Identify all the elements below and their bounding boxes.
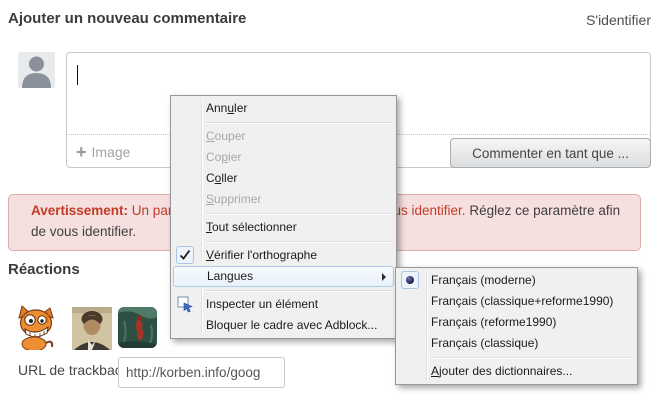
radio-selected-icon (401, 271, 419, 289)
trackback-label: URL de trackback (18, 362, 129, 378)
menu-item-annuler[interactable]: Annuler (173, 98, 394, 119)
trackback-url-input[interactable] (118, 357, 285, 388)
submenu-item-francais-reforme1990[interactable]: Français (reforme1990) (398, 312, 635, 333)
person-silhouette-icon (18, 52, 55, 88)
signin-link[interactable]: S'identifier (586, 12, 651, 28)
menu-separator (205, 290, 392, 291)
menu-item-coller[interactable]: Coller (173, 168, 394, 189)
menu-item-langues[interactable]: Langues (173, 266, 394, 287)
menu-separator (205, 122, 392, 123)
warning-line2: de vous identifier. (31, 224, 136, 239)
menu-item-supprimer: Supprimer (173, 189, 394, 210)
fantasy-art-avatar (118, 307, 157, 348)
inspect-element-icon (176, 295, 194, 313)
submenu-item-francais-classique[interactable]: Français (classique) (398, 333, 635, 354)
portrait-photo-avatar (72, 307, 112, 350)
menu-item-tout-selectionner[interactable]: Tout sélectionner (173, 217, 394, 238)
add-image-label: Image (92, 144, 131, 160)
text-caret (77, 65, 78, 85)
warning-line1-right: ous identifier. Réglez ce paramètre afin (386, 203, 620, 218)
plus-icon: + (76, 143, 87, 161)
add-image-button[interactable]: + Image (76, 141, 130, 162)
context-menu: Annuler Couper Copier Coller Supprimer T… (170, 95, 397, 339)
menu-item-copier: Copier (173, 147, 394, 168)
menu-item-couper: Couper (173, 126, 394, 147)
reaction-avatar-art[interactable] (118, 307, 157, 348)
menu-separator (205, 241, 392, 242)
warning-line1-left: Avertissement: Un para (31, 203, 180, 218)
page-title: Ajouter un nouveau commentaire (8, 10, 246, 27)
languages-submenu: Français (moderne) Français (classique+r… (395, 267, 638, 385)
warning-prefix: Avertissement: (31, 203, 128, 218)
menu-item-inspecter-element[interactable]: Inspecter un élément (173, 294, 394, 315)
menu-item-bloquer-adblock[interactable]: Bloquer le cadre avec Adblock... (173, 315, 394, 336)
submenu-item-francais-classique-reforme1990[interactable]: Français (classique+reforme1990) (398, 291, 635, 312)
reaction-avatar-portrait[interactable] (72, 307, 112, 350)
submenu-arrow-icon (382, 273, 386, 281)
commenter-avatar (18, 52, 55, 88)
submenu-item-ajouter-dictionnaires[interactable]: Ajouter des dictionnaires... (398, 361, 635, 382)
page: Ajouter un nouveau commentaire S'identif… (0, 0, 659, 402)
menu-item-verifier-orthographe[interactable]: Vérifier l'orthographe (173, 245, 394, 266)
menu-separator (205, 213, 392, 214)
menu-separator (430, 357, 633, 358)
reactions-heading: Réactions (8, 261, 80, 278)
cartoon-cat-avatar (17, 305, 57, 350)
comment-as-button[interactable]: Commenter en tant que ... (450, 138, 651, 168)
submenu-item-francais-moderne[interactable]: Français (moderne) (398, 270, 635, 291)
checkmark-icon (176, 246, 194, 264)
reaction-avatar-cat[interactable] (17, 305, 57, 350)
